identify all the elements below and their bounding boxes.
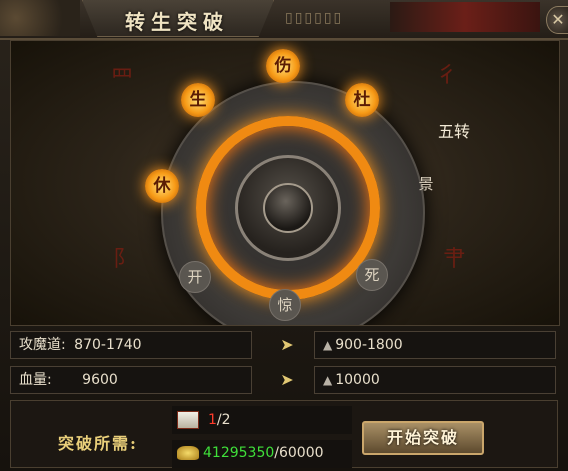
start-breakthrough-button[interactable]: 开始突破 xyxy=(362,421,484,455)
rune-decoration: ⼻ xyxy=(436,63,459,88)
attack-current-box: 攻魔道: 870-1740 xyxy=(10,331,252,359)
attack-label: 攻魔道: xyxy=(19,337,66,353)
gate-jing-view[interactable]: 景 xyxy=(411,169,441,199)
requirements-label: 突破所需: xyxy=(58,434,138,453)
gate-orb-sheng[interactable]: 生 xyxy=(181,83,215,117)
rune-decoration: ⺲ xyxy=(111,67,134,92)
gate-jing-alarm[interactable]: 惊 xyxy=(269,289,301,321)
scroll-item-icon[interactable] xyxy=(177,411,199,429)
item-requirement-box xyxy=(172,406,352,434)
gold-ingot-icon xyxy=(177,446,199,460)
hp-current-value: 9600 xyxy=(82,372,118,388)
window-title: 转生突破 xyxy=(125,10,229,34)
hp-label: 血量: xyxy=(19,372,52,388)
hp-next-value: 10000 xyxy=(335,372,380,388)
attack-next-value: 900-1800 xyxy=(335,337,403,353)
arrow-right-icon: ➤ xyxy=(280,370,294,389)
up-arrow-icon: ▲ xyxy=(323,338,333,352)
gate-orb-shang[interactable]: 伤 xyxy=(266,49,300,83)
hp-next-box: ▲ 10000 xyxy=(314,366,556,394)
red-banner-decoration xyxy=(390,2,540,32)
rune-decoration: ⺺ xyxy=(443,247,466,272)
attack-current-value: 870-1740 xyxy=(74,337,142,353)
gate-wheel-scene: ⺲ ⼻ ⻏ ⺺ 伤 杜 生 休 开 惊 死 景 xyxy=(10,40,560,326)
attack-next-box: ▲ 900-1800 xyxy=(314,331,556,359)
arrow-right-icon: ➤ xyxy=(280,335,294,354)
close-button[interactable]: ✕ xyxy=(546,6,568,34)
item-requirement-count: 1/2 xyxy=(208,412,231,428)
rune-decoration: ⻏ xyxy=(103,247,126,272)
gate-orb-xiu[interactable]: 休 xyxy=(145,169,179,203)
gold-requirement-count: 41295350/60000 xyxy=(203,445,324,461)
close-icon: ✕ xyxy=(551,10,565,29)
rebirth-level-label: 五转 xyxy=(438,122,471,141)
up-arrow-icon: ▲ xyxy=(323,373,333,387)
wheel-core xyxy=(263,183,313,233)
gate-si[interactable]: 死 xyxy=(356,259,388,291)
title-bar: 转生突破 ▯▯▯▯▯▯ ✕ xyxy=(0,0,568,40)
gate-orb-du[interactable]: 杜 xyxy=(345,83,379,117)
hp-current-box: 血量: 9600 xyxy=(10,366,252,394)
gate-kai[interactable]: 开 xyxy=(179,261,211,293)
fret-pattern-decoration: ▯▯▯▯▯▯ xyxy=(285,10,344,26)
dragon-ornament xyxy=(0,0,80,36)
